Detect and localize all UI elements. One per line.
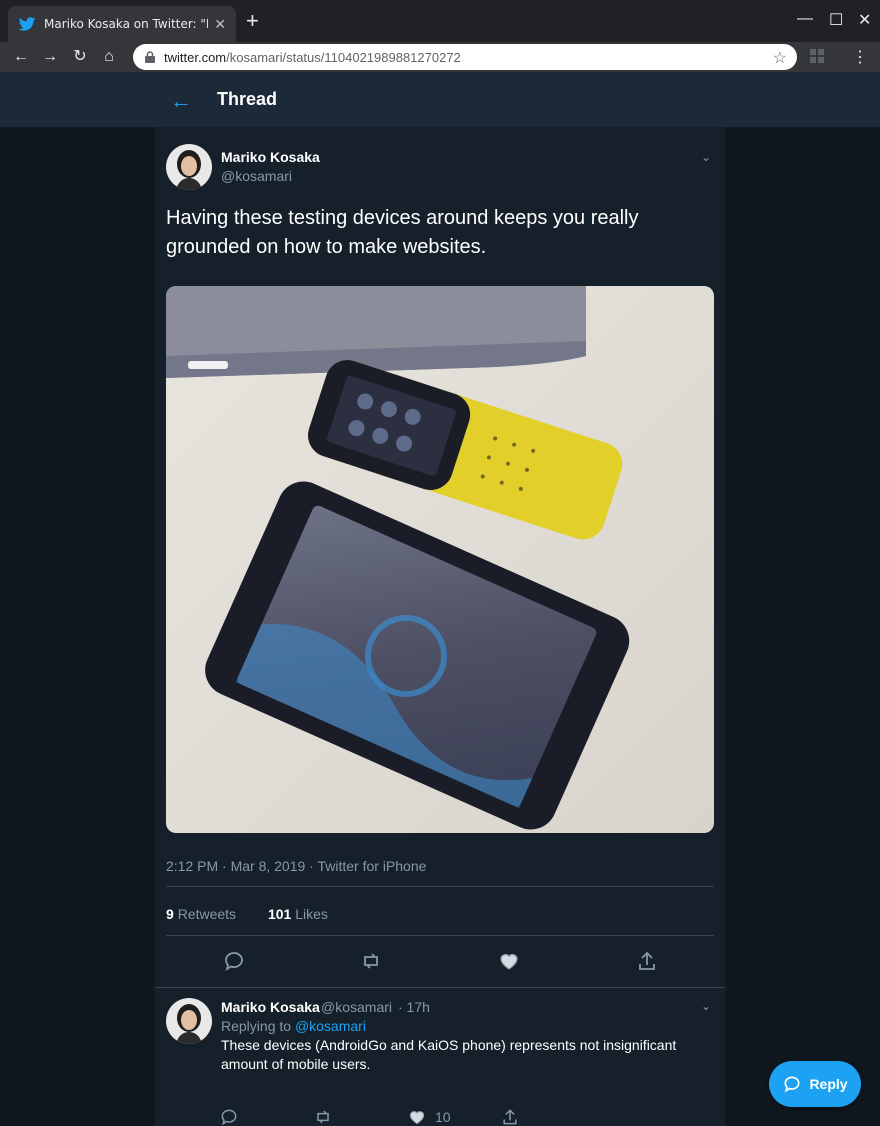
window-close-icon[interactable]: ✕ [858, 10, 871, 30]
url-host: twitter.com [164, 49, 227, 65]
reply-button[interactable]: Reply [769, 1061, 861, 1107]
bookmark-star-icon[interactable]: ☆ [773, 48, 787, 68]
reply-icon[interactable] [219, 1107, 239, 1126]
forward-icon[interactable]: → [40, 47, 60, 67]
tweet-text: Having these testing devices around keep… [166, 207, 639, 258]
browser-menu-icon[interactable]: ⋮ [852, 47, 868, 67]
browser-tabstrip: Mariko Kosaka on Twitter: "Havin ✕ + — ☐… [0, 0, 880, 42]
retweet-icon[interactable] [313, 1107, 333, 1126]
divider [166, 886, 714, 887]
url-path: /kosamari/status/1104021989881270272 [226, 49, 461, 65]
home-icon[interactable]: ⌂ [99, 47, 119, 67]
reload-icon[interactable]: ↻ [70, 47, 90, 67]
tab-title: Mariko Kosaka on Twitter: "Havin [44, 17, 208, 31]
retweet-icon[interactable] [359, 949, 383, 973]
tweet-stats: 9 Retweets 101 Likes [166, 906, 328, 922]
twitter-bird-icon [18, 17, 36, 31]
close-tab-icon[interactable]: ✕ [214, 16, 226, 33]
replying-prefix: Replying to [221, 1018, 292, 1034]
chevron-down-icon[interactable]: ⌄ [701, 150, 711, 164]
like-icon[interactable] [497, 949, 521, 973]
avatar[interactable] [166, 144, 212, 190]
retweets-label: Retweets [177, 906, 237, 922]
author-handle[interactable]: @kosamari [221, 168, 292, 184]
replying-to-handle[interactable]: @kosamari [295, 1018, 366, 1034]
address-bar[interactable]: twitter.com/kosamari/status/110402198988… [133, 44, 797, 70]
likes-label: Likes [295, 906, 328, 922]
chevron-down-icon[interactable]: ⌄ [701, 999, 711, 1013]
back-icon[interactable]: ← [11, 47, 31, 67]
minimize-icon[interactable]: — [797, 10, 813, 28]
retweets-stat[interactable]: 9 Retweets [166, 906, 236, 922]
tweet-photo[interactable] [166, 286, 714, 833]
divider [166, 935, 714, 936]
maximize-icon[interactable]: ☐ [829, 10, 843, 30]
tweet-timestamp[interactable]: 2:12 PM · Mar 8, 2019 · Twitter for iPho… [166, 858, 426, 874]
extension-icon[interactable] [810, 49, 824, 63]
retweets-count: 9 [166, 906, 174, 922]
reply-author-handle[interactable]: @kosamari [321, 999, 392, 1015]
avatar[interactable] [166, 998, 212, 1044]
browser-toolbar: ← → ↻ ⌂ twitter.com/kosamari/status/1104… [0, 42, 880, 72]
reply-time[interactable]: · 17h [398, 999, 430, 1015]
reply-bubble-icon [784, 1076, 800, 1093]
likes-count: 101 [267, 906, 292, 922]
twitter-header: ← Thread [0, 72, 880, 127]
page-title: Thread [217, 89, 278, 109]
replying-to: Replying to @kosamari [221, 1018, 366, 1034]
reply-button-label: Reply [809, 1076, 848, 1092]
reply-icon[interactable] [222, 949, 246, 973]
share-icon[interactable] [500, 1107, 520, 1126]
lock-icon [145, 51, 155, 63]
share-icon[interactable] [635, 949, 659, 973]
browser-tab[interactable]: Mariko Kosaka on Twitter: "Havin ✕ [8, 6, 236, 42]
reply-like-count: 10 [435, 1109, 451, 1125]
like-icon[interactable] [407, 1107, 427, 1126]
back-arrow-icon[interactable]: ← [170, 88, 192, 114]
author-name[interactable]: Mariko Kosaka [221, 149, 320, 165]
reply-text: These devices (AndroidGo and KaiOS phone… [221, 1037, 677, 1072]
reply-tweet[interactable]: Mariko Kosaka @kosamari · 17h ⌄ Replying… [155, 988, 725, 1126]
new-tab-button[interactable]: + [246, 10, 259, 32]
likes-stat[interactable]: 101 Likes [268, 906, 328, 922]
thread-column: Mariko Kosaka @kosamari ⌄ Having these t… [155, 127, 725, 1126]
reply-author-name[interactable]: Mariko Kosaka [221, 999, 320, 1015]
